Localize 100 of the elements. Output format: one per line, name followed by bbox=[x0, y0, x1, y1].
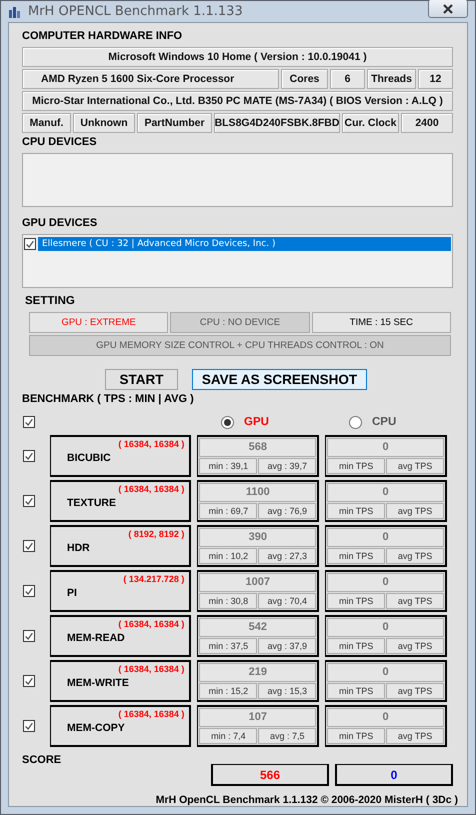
score-value: 0 bbox=[335, 764, 453, 786]
checkbox[interactable] bbox=[23, 416, 35, 428]
avg-value: avg : 37,9 bbox=[258, 638, 316, 654]
tps-value: 107 bbox=[199, 708, 316, 726]
min-value: min : 15,2 bbox=[199, 682, 258, 699]
cpu-model: AMD Ryzen 5 1600 Six-Core Processor bbox=[22, 69, 279, 89]
min-value: min : 69,7 bbox=[199, 502, 258, 519]
avg-value: avg TPS bbox=[386, 502, 444, 519]
tps-value: 219 bbox=[199, 663, 316, 682]
section-title: GPU DEVICES bbox=[22, 217, 98, 231]
action-button[interactable]: START bbox=[105, 369, 178, 390]
tps-value: 0 bbox=[327, 528, 444, 546]
avg-value: avg TPS bbox=[386, 682, 444, 699]
test-name: MEM-READ bbox=[67, 632, 125, 644]
min-value: min : 10,2 bbox=[199, 548, 258, 564]
checkbox[interactable] bbox=[23, 585, 35, 597]
info-label: Cur. Clock bbox=[342, 113, 399, 133]
info-label: Threads bbox=[367, 69, 416, 89]
min-value: min : 7,4 bbox=[199, 728, 258, 744]
setting-cell: GPU : EXTREME bbox=[29, 312, 168, 333]
min-value: min TPS bbox=[327, 592, 386, 609]
tps-value: 1007 bbox=[199, 573, 316, 592]
checkbox[interactable] bbox=[24, 238, 36, 250]
min-value: min : 30,8 bbox=[199, 592, 258, 609]
close-icon bbox=[442, 4, 454, 14]
setting-cell: CPU : NO DEVICE bbox=[170, 312, 310, 333]
test-name: BICUBIC bbox=[67, 452, 111, 464]
test-name: HDR bbox=[67, 542, 90, 554]
test-size: ( 16384, 16384 ) bbox=[118, 709, 184, 719]
avg-value: avg : 27,3 bbox=[258, 548, 316, 564]
test-name: MEM-COPY bbox=[67, 722, 125, 734]
test-size: ( 16384, 16384 ) bbox=[118, 664, 184, 674]
avg-value: avg : 39,7 bbox=[258, 458, 316, 474]
info-label: Manuf. bbox=[22, 113, 71, 133]
tps-value: 568 bbox=[199, 438, 316, 456]
avg-value: avg TPS bbox=[386, 638, 444, 654]
info-value: 12 bbox=[418, 69, 453, 89]
score-value: 566 bbox=[211, 764, 329, 786]
test-name: TEXTURE bbox=[67, 497, 116, 509]
min-value: min TPS bbox=[327, 728, 386, 744]
section-title: SCORE bbox=[22, 754, 62, 768]
test-size: ( 16384, 16384 ) bbox=[118, 619, 184, 629]
min-value: min : 37,5 bbox=[199, 638, 258, 654]
info-label: Cores bbox=[281, 69, 328, 89]
tps-value: 0 bbox=[327, 618, 444, 636]
section-title: COMPUTER HARDWARE INFO bbox=[22, 30, 184, 44]
info-value: BLS8G4D240FSBK.8FBD bbox=[214, 113, 340, 133]
app-icon bbox=[8, 4, 22, 18]
radio-button[interactable] bbox=[349, 416, 362, 428]
tps-value: 1100 bbox=[199, 483, 316, 502]
close-button[interactable] bbox=[428, 0, 468, 18]
tps-value: 542 bbox=[199, 618, 316, 636]
checkbox[interactable] bbox=[23, 675, 35, 687]
radio-button[interactable] bbox=[221, 416, 234, 428]
setting-cell: TIME : 15 SEC bbox=[312, 312, 451, 333]
tps-value: 0 bbox=[327, 573, 444, 592]
test-size: ( 8192, 8192 ) bbox=[128, 529, 184, 539]
tps-value: 0 bbox=[327, 438, 444, 456]
min-value: min TPS bbox=[327, 638, 386, 654]
avg-value: avg : 70,4 bbox=[258, 592, 316, 609]
checkbox[interactable] bbox=[23, 630, 35, 642]
tps-value: 0 bbox=[327, 663, 444, 682]
test-size: ( 16384, 16384 ) bbox=[118, 484, 184, 494]
min-value: min TPS bbox=[327, 502, 386, 519]
min-value: min TPS bbox=[327, 458, 386, 474]
checkbox[interactable] bbox=[23, 450, 35, 462]
footer-text: MrH OpenCL Benchmark 1.1.132 © 2006-2020 MisterH ( 3Dc ) bbox=[154, 794, 458, 806]
section-title: BENCHMARK ( TPS : MIN | AVG ) bbox=[22, 393, 195, 407]
avg-value: avg : 7,5 bbox=[258, 728, 316, 744]
tps-value: 0 bbox=[327, 483, 444, 502]
device-list[interactable]: Ellesmere ( CU : 32 | Advanced Micro Devices, Inc. ) bbox=[22, 234, 453, 288]
info-value: 2400 bbox=[401, 113, 453, 133]
board-info: Micro-Star International Co., Ltd. B350 PC MATE (MS-7A34) ( BIOS Version : A.LQ ) bbox=[22, 91, 453, 111]
tps-value: 0 bbox=[327, 708, 444, 726]
avg-value: avg : 15,3 bbox=[258, 682, 316, 699]
info-value: Unknown bbox=[73, 113, 135, 133]
checkbox[interactable] bbox=[23, 720, 35, 732]
avg-value: avg : 76,9 bbox=[258, 502, 316, 519]
test-name: MEM-WRITE bbox=[67, 677, 129, 689]
section-title: SETTING bbox=[25, 295, 76, 309]
checkbox[interactable] bbox=[23, 540, 35, 552]
radio-label[interactable]: CPU bbox=[372, 416, 396, 428]
test-name: PI bbox=[67, 587, 77, 599]
test-size: ( 134.217.728 ) bbox=[123, 574, 184, 584]
list-item[interactable]: Ellesmere ( CU : 32 | Advanced Micro Devices, Inc. ) bbox=[38, 237, 451, 251]
info-value: 6 bbox=[330, 69, 365, 89]
section-title: CPU DEVICES bbox=[22, 136, 98, 150]
action-button[interactable]: SAVE AS SCREENSHOT bbox=[192, 369, 367, 390]
avg-value: avg TPS bbox=[386, 728, 444, 744]
radio-label[interactable]: GPU bbox=[244, 416, 269, 428]
avg-value: avg TPS bbox=[386, 592, 444, 609]
checkbox[interactable] bbox=[23, 495, 35, 507]
setting-cell: GPU MEMORY SIZE CONTROL + CPU THREADS CONTROL : ON bbox=[29, 335, 451, 356]
window-title: MrH OPENCL Benchmark 1.1.133 bbox=[28, 4, 243, 19]
avg-value: avg TPS bbox=[386, 458, 444, 474]
min-value: min TPS bbox=[327, 682, 386, 699]
os-info: Microsoft Windows 10 Home ( Version : 10.0.19041 ) bbox=[22, 47, 453, 67]
min-value: min : 39,1 bbox=[199, 458, 258, 474]
tps-value: 390 bbox=[199, 528, 316, 546]
avg-value: avg TPS bbox=[386, 548, 444, 564]
